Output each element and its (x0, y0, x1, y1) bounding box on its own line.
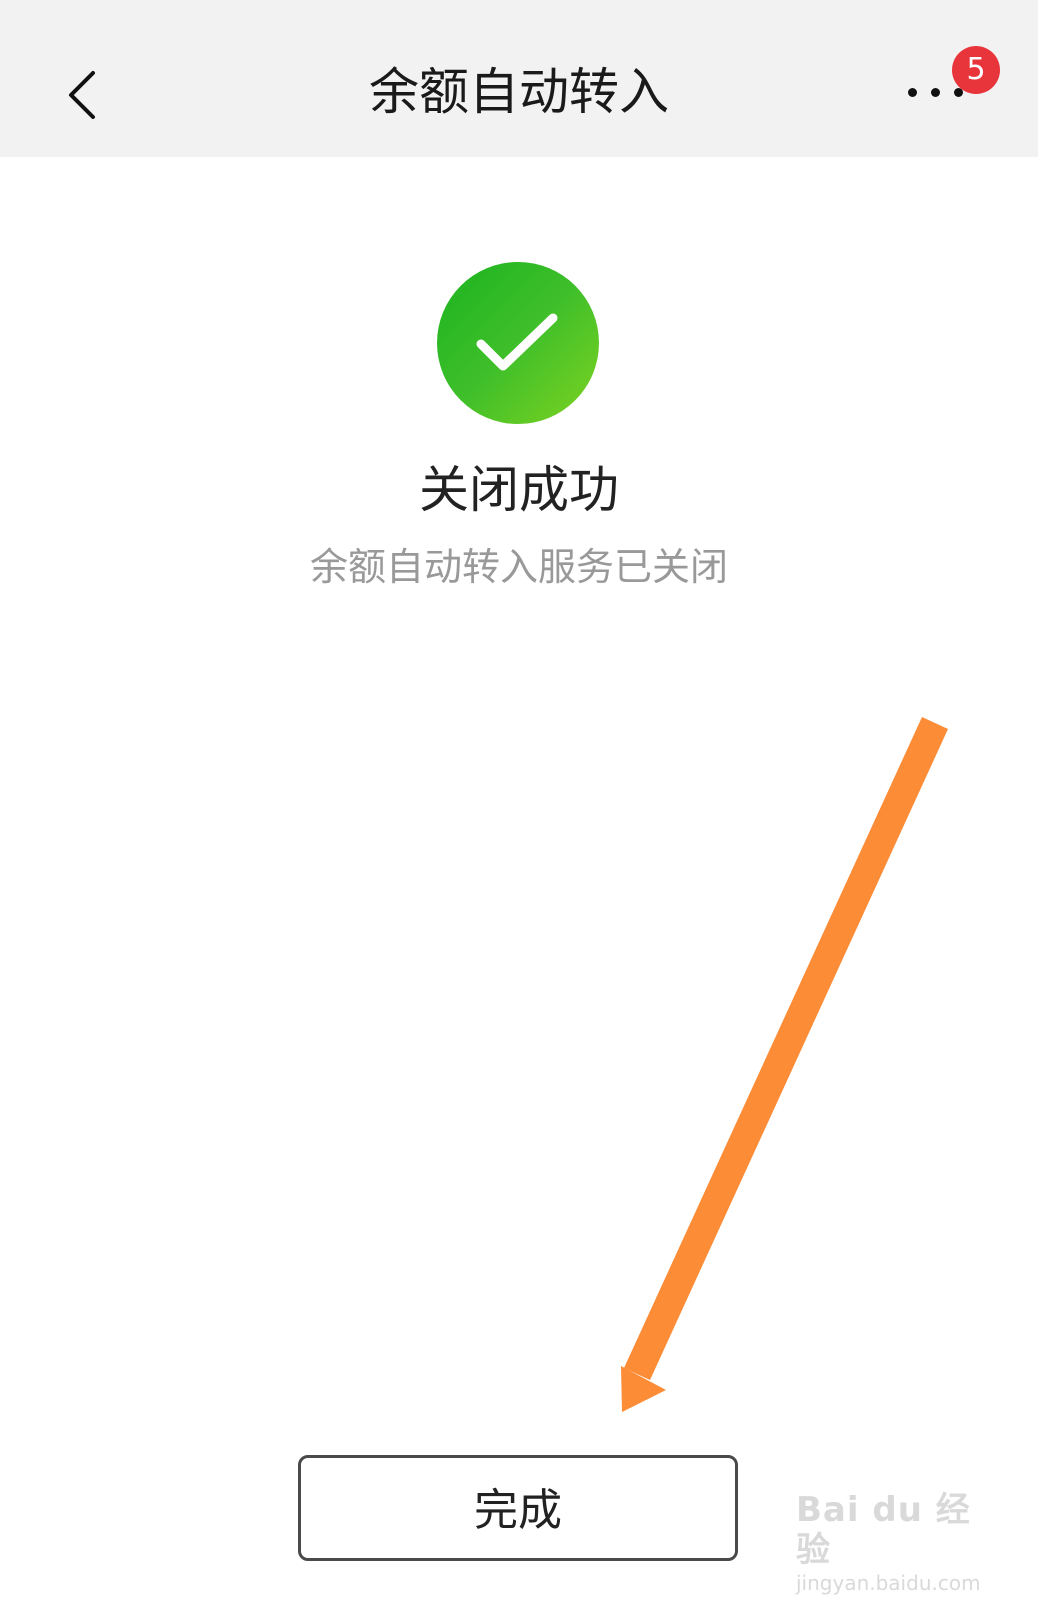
result-subtitle: 余额自动转入服务已关闭 (309, 545, 728, 589)
checkmark-icon (476, 313, 558, 371)
check-circle-icon (437, 262, 599, 424)
arrow-shaft (624, 717, 948, 1380)
more-dots-icon (908, 88, 963, 97)
annotation-arrow (621, 717, 948, 1412)
arrow-head (621, 1366, 666, 1412)
page-title: 余额自动转入 (369, 63, 669, 121)
done-button[interactable]: 完成 (298, 1455, 738, 1561)
result-title: 关闭成功 (419, 461, 619, 519)
baidu-jingyan-watermark: Bai du 经验 jingyan.baidu.com (796, 1490, 996, 1595)
watermark-url: jingyan.baidu.com (796, 1571, 981, 1595)
navigation-bar: 余额自动转入 5 (0, 0, 1038, 157)
notification-badge: 5 (952, 46, 1000, 94)
watermark-brand: Bai du 经验 (796, 1490, 971, 1570)
